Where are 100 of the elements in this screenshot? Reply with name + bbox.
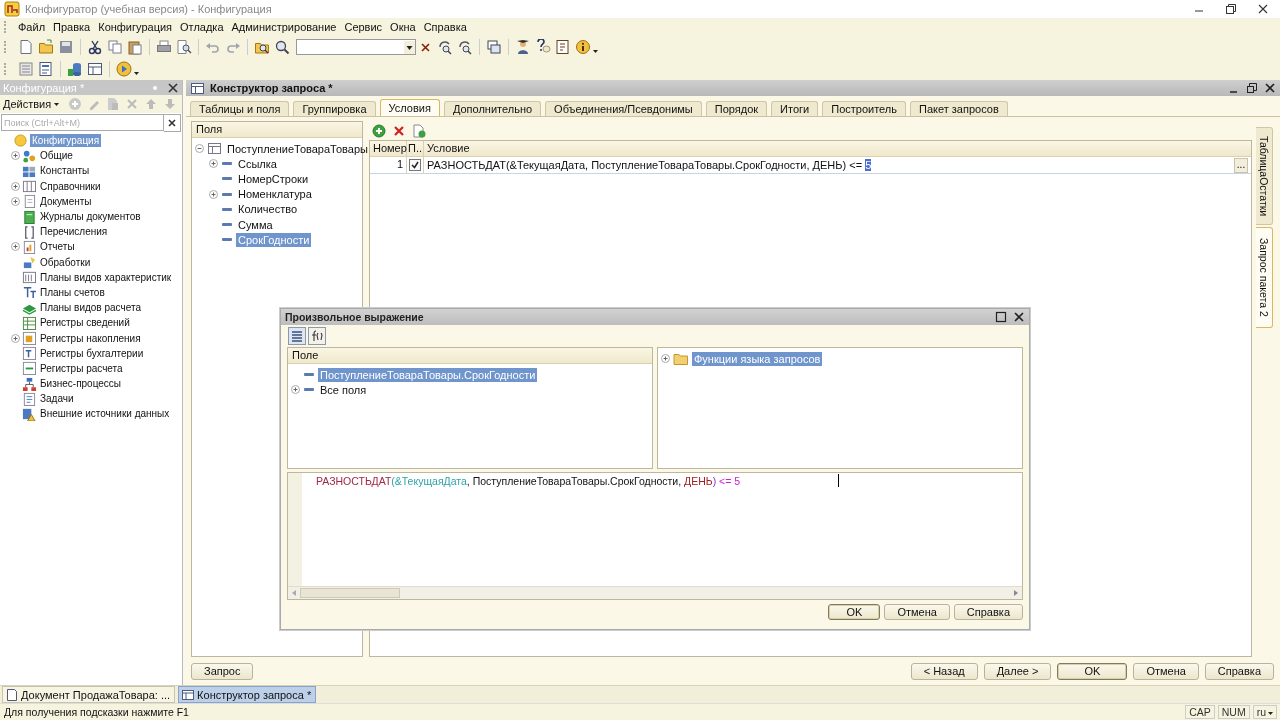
taskbar-tab[interactable]: Документ ПродажаТовара: ... bbox=[2, 686, 176, 703]
new-condition-icon[interactable] bbox=[412, 123, 426, 138]
tree-item[interactable]: Количество bbox=[236, 202, 300, 217]
tab[interactable]: Группировка bbox=[293, 101, 376, 116]
tree-item[interactable]: Отчеты bbox=[38, 240, 77, 254]
tree-item[interactable]: Общие bbox=[38, 149, 75, 163]
search-icon[interactable] bbox=[274, 39, 290, 55]
info-icon[interactable] bbox=[575, 39, 591, 55]
tab[interactable]: Построитель bbox=[822, 101, 906, 116]
tree-item[interactable]: Журналы документов bbox=[38, 210, 143, 224]
tree-item[interactable]: Обработки bbox=[38, 255, 93, 269]
menu-item[interactable]: Конфигурация bbox=[94, 21, 177, 33]
tree-item[interactable]: Справочники bbox=[38, 179, 103, 193]
nav-button[interactable]: Отмена bbox=[1133, 662, 1199, 680]
tree-item[interactable]: Задачи bbox=[38, 392, 76, 406]
side-tab[interactable]: ТаблицаОстатки bbox=[1256, 127, 1273, 226]
tab[interactable]: Дополнительно bbox=[443, 101, 542, 116]
run-icon[interactable] bbox=[116, 61, 132, 77]
menu-item[interactable]: Справка bbox=[419, 21, 471, 33]
tree-item[interactable]: Регистры сведений bbox=[38, 316, 132, 330]
tree-item[interactable]: Планы видов характеристик bbox=[38, 270, 174, 284]
close-icon[interactable] bbox=[1013, 311, 1025, 323]
expand-icon[interactable] bbox=[11, 151, 20, 161]
find-next-icon[interactable] bbox=[437, 39, 453, 55]
tab[interactable]: Порядок bbox=[705, 101, 768, 116]
menu-item[interactable]: Файл bbox=[14, 21, 50, 33]
language-selector[interactable]: ru bbox=[1252, 705, 1277, 719]
clear-icon[interactable] bbox=[420, 41, 431, 53]
close-icon[interactable] bbox=[1256, 2, 1270, 16]
close-icon[interactable] bbox=[167, 81, 179, 94]
windows-icon[interactable] bbox=[486, 39, 502, 55]
paste-icon[interactable] bbox=[127, 39, 143, 55]
restore-icon[interactable] bbox=[1224, 2, 1238, 16]
delete-icon[interactable] bbox=[392, 123, 406, 138]
collapse-icon[interactable] bbox=[195, 144, 204, 154]
taskbar-tab[interactable]: Конструктор запроса * bbox=[178, 686, 317, 703]
expand-icon[interactable] bbox=[209, 189, 218, 199]
dialog-button[interactable]: Отмена bbox=[884, 604, 950, 620]
save-icon[interactable] bbox=[58, 39, 74, 55]
search-field[interactable]: Поиск (Ctrl+Alt+M) bbox=[1, 114, 164, 131]
menu-item[interactable]: Сервис bbox=[340, 21, 387, 33]
print-preview-icon[interactable] bbox=[176, 39, 192, 55]
find-previous-icon[interactable] bbox=[457, 39, 473, 55]
cut-icon[interactable] bbox=[87, 39, 103, 55]
tree-item[interactable]: ПоступлениеТовараТовары bbox=[225, 141, 370, 156]
tab[interactable]: Объединения/Псевдонимы bbox=[545, 101, 702, 116]
syntax-helper-icon[interactable] bbox=[555, 39, 571, 55]
teacher-icon[interactable] bbox=[515, 39, 531, 55]
dialog-button[interactable]: Справка bbox=[953, 604, 1023, 620]
tree-item[interactable]: Сумма bbox=[236, 217, 275, 232]
document-tree-icon[interactable] bbox=[38, 61, 54, 77]
tree-item[interactable]: Константы bbox=[38, 164, 92, 178]
help-icon[interactable] bbox=[535, 39, 551, 55]
tree-item[interactable]: Документы bbox=[38, 194, 94, 208]
restore-icon[interactable] bbox=[1246, 82, 1258, 94]
table-icon[interactable] bbox=[87, 61, 103, 77]
database-icon[interactable] bbox=[67, 61, 83, 77]
expand-icon[interactable] bbox=[209, 159, 218, 169]
tree-item[interactable]: Регистры бухгалтерии bbox=[38, 346, 146, 360]
tree-item[interactable]: Внешние источники данных bbox=[38, 407, 172, 421]
menu-item[interactable]: Окна bbox=[386, 21, 420, 33]
fields-list-icon[interactable] bbox=[288, 327, 306, 345]
side-tab[interactable]: Запрос пакета 2 bbox=[1256, 227, 1273, 328]
tree-item[interactable]: Все поля bbox=[318, 382, 369, 397]
tree-item[interactable]: Планы счетов bbox=[38, 285, 107, 299]
print-icon[interactable] bbox=[156, 39, 172, 55]
nav-button[interactable]: OK bbox=[1057, 662, 1128, 680]
tree-item[interactable]: Ссылка bbox=[236, 156, 279, 171]
maximize-icon[interactable] bbox=[995, 311, 1007, 323]
tree-item[interactable]: Планы видов расчета bbox=[38, 301, 143, 315]
menu-item[interactable]: Правка bbox=[49, 21, 95, 33]
menu-item[interactable]: Отладка bbox=[176, 21, 228, 33]
nav-button[interactable]: Справка bbox=[1204, 662, 1274, 680]
close-icon[interactable] bbox=[1264, 82, 1276, 94]
tree-item[interactable]: Регистры накопления bbox=[38, 331, 143, 345]
caret-icon[interactable] bbox=[593, 49, 598, 53]
tree-item[interactable]: Номенклатура bbox=[236, 187, 314, 202]
tree-item[interactable]: Перечисления bbox=[38, 225, 110, 239]
expand-icon[interactable] bbox=[661, 354, 670, 364]
nav-button[interactable]: Далее > bbox=[983, 662, 1052, 680]
tab[interactable]: Пакет запросов bbox=[910, 101, 1008, 116]
dialog-button[interactable]: OK bbox=[828, 604, 881, 620]
expand-icon[interactable] bbox=[11, 333, 20, 343]
tab[interactable]: Таблицы и поля bbox=[190, 101, 290, 116]
new-document-icon[interactable] bbox=[18, 39, 34, 55]
function-icon[interactable] bbox=[308, 327, 326, 345]
menu-item[interactable]: Администрирование bbox=[227, 21, 341, 33]
add-icon[interactable] bbox=[372, 123, 386, 138]
tree-item[interactable]: НомерСтроки bbox=[236, 171, 311, 186]
tree-item[interactable]: Регистры расчета bbox=[38, 361, 125, 375]
open-folder-icon[interactable] bbox=[38, 39, 54, 55]
horizontal-scrollbar[interactable] bbox=[288, 586, 1022, 599]
query-button[interactable]: Запрос bbox=[191, 662, 254, 680]
expand-icon[interactable] bbox=[11, 196, 20, 206]
clear-icon[interactable] bbox=[164, 113, 181, 132]
tab[interactable]: Итоги bbox=[771, 101, 819, 116]
ellipsis-button[interactable]: ... bbox=[1234, 157, 1248, 173]
expand-icon[interactable] bbox=[11, 181, 20, 191]
checkbox[interactable] bbox=[409, 159, 421, 171]
tab[interactable]: Условия bbox=[379, 99, 440, 116]
